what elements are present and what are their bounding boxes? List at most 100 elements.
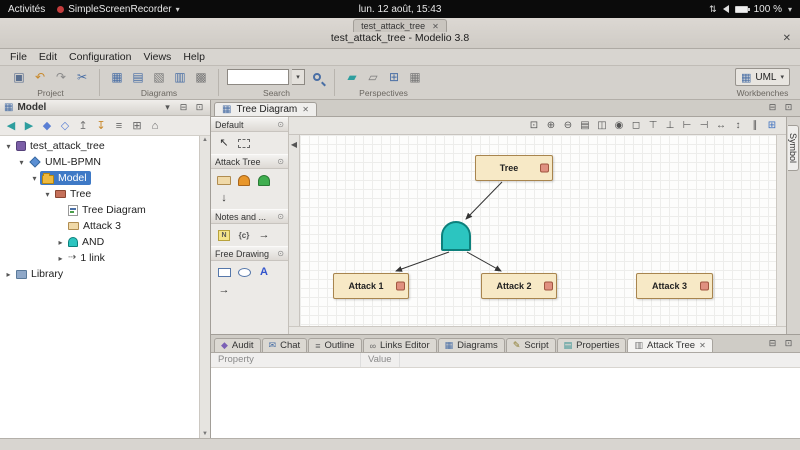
child-link-tool[interactable]: ↓ [216,191,232,205]
pin-icon[interactable]: ⊙ [277,212,284,221]
edge-connector[interactable] [396,252,449,271]
home-icon[interactable]: ⌂ [147,118,163,134]
save-image-icon[interactable]: ◫ [594,118,610,133]
marquee-tool[interactable] [236,136,252,150]
open-folder-icon[interactable]: ▰ [343,68,361,86]
pin-icon[interactable]: ⊙ [277,157,284,166]
move-up-icon[interactable]: ↥ [75,118,91,134]
tree-item-model[interactable]: ▾Model [0,170,199,186]
canvas-hscrollbar[interactable] [289,326,786,334]
expander-icon[interactable]: ▾ [42,190,53,199]
edge-connector[interactable] [467,252,501,271]
maximize-view-icon[interactable]: ⊡ [193,101,206,114]
tree-item-library[interactable]: ▸Library [0,266,199,282]
workbench-combo[interactable]: ▦ UML ▾ [735,68,790,86]
activities-button[interactable]: Activités [8,4,45,15]
window-close-button[interactable]: ✕ [783,33,791,44]
flat-view-icon[interactable]: ≡ [111,118,127,134]
tree-item-attack-3[interactable]: Attack 3 [0,218,199,234]
menu-file[interactable]: File [4,50,33,64]
hide-links-icon[interactable]: ◇ [57,118,73,134]
expander-icon[interactable]: ▾ [29,174,40,183]
cut-icon[interactable]: ✂ [73,68,91,86]
search-input[interactable] [227,69,289,85]
property-grid-body[interactable] [211,368,800,438]
select-mode-icon[interactable]: ◻ [628,118,644,133]
save-icon[interactable]: ▣ [10,68,28,86]
clock[interactable]: lun. 12 août, 15:43 [359,4,442,15]
align-top-icon[interactable]: ⊤ [645,118,661,133]
edge-connector[interactable] [466,182,502,219]
menu-views[interactable]: Views [137,50,177,64]
search-dropdown-button[interactable]: ▾ [292,69,305,85]
maximize-editor-icon[interactable]: ⊡ [782,101,795,114]
palette-section-attack-tree[interactable]: Attack Tree⊙ [211,154,288,169]
text-tool[interactable]: A [256,265,272,279]
undo-icon[interactable]: ↶ [31,68,49,86]
move-down-icon[interactable]: ↧ [93,118,109,134]
maximize-panel-icon[interactable]: ⊡ [782,337,795,350]
tab-audit[interactable]: ◆Audit [214,338,261,352]
tree-item-and[interactable]: ▸AND [0,234,199,250]
tab-attack-tree[interactable]: ▥Attack Tree✕ [627,338,712,352]
pin-icon[interactable]: ⊙ [277,120,284,129]
grid-toggle-icon[interactable]: ⊞ [764,118,780,133]
diagram-view-icon[interactable]: ▦ [406,68,424,86]
layout-icon[interactable]: ⊞ [385,68,403,86]
app-indicator[interactable]: SimpleScreenRecorder ▾ [57,4,179,15]
expander-icon[interactable]: ▾ [3,142,14,151]
minimize-view-icon[interactable]: ⊟ [177,101,190,114]
tab-properties[interactable]: ▤Properties [557,338,627,352]
palette-section-free-drawing[interactable]: Free Drawing⊙ [211,246,288,261]
show-links-icon[interactable]: ◆ [39,118,55,134]
tab-diagrams[interactable]: ▦Diagrams [438,338,505,352]
pin-icon[interactable]: ⊙ [277,249,284,258]
scroll-up-icon[interactable]: ▲ [202,137,208,143]
line-tool[interactable]: → [216,283,232,297]
same-height-icon[interactable]: ↕ [730,118,746,133]
palette-section-notes-and[interactable]: Notes and ...⊙ [211,209,288,224]
minimize-editor-icon[interactable]: ⊟ [766,101,779,114]
align-bottom-icon[interactable]: ⊥ [662,118,678,133]
menu-configuration[interactable]: Configuration [63,50,137,64]
model-tree-scrollbar[interactable]: ▲ ▼ [199,136,210,438]
zoom-in-icon[interactable]: ⊕ [543,118,559,133]
tab-links-editor[interactable]: ∞Links Editor [363,338,437,352]
screenshot-icon[interactable]: ◉ [611,118,627,133]
expander-icon[interactable]: ▸ [55,254,66,263]
back-icon[interactable]: ◀ [3,118,19,134]
align-right-icon[interactable]: ⊣ [696,118,712,133]
tree-item-tree-diagram[interactable]: Tree Diagram [0,202,199,218]
select-tool[interactable]: ↖ [216,136,232,150]
property-column-header[interactable]: Property [211,353,361,367]
diagram-wizard-icon[interactable]: ▦ [108,68,126,86]
tree-item-1-link[interactable]: ▸⇢1 link [0,250,199,266]
same-width-icon[interactable]: ↔ [713,118,729,133]
class-diagram-icon[interactable]: ▤ [129,68,147,86]
tree-item-test-attack-tree[interactable]: ▾test_attack_tree [0,138,199,154]
bpmn-diagram-icon[interactable]: ▩ [192,68,210,86]
zoom-fit-icon[interactable]: ⊡ [526,118,542,133]
closed-folder-icon[interactable]: ▱ [364,68,382,86]
tab-symbol[interactable]: Symbol [788,125,799,171]
window-tab[interactable]: test_attack_tree ✕ [353,19,447,32]
close-icon[interactable]: ✕ [432,22,439,31]
collapse-palette-icon[interactable]: ◀ [289,138,299,150]
tab-tree-diagram[interactable]: ▦ Tree Diagram ✕ [214,102,317,116]
distribute-icon[interactable]: ∥ [747,118,763,133]
dependency-tool[interactable]: → [256,228,272,242]
and-gate-tool[interactable] [236,173,252,187]
minimize-panel-icon[interactable]: ⊟ [766,337,779,350]
tab-chat[interactable]: ✉Chat [262,338,308,352]
scroll-down-icon[interactable]: ▼ [202,431,208,437]
canvas-vscrollbar[interactable] [776,135,786,326]
expander-icon[interactable]: ▸ [55,238,66,247]
package-diagram-icon[interactable]: ▧ [150,68,168,86]
value-column-header[interactable]: Value [361,353,400,367]
tab-outline[interactable]: ≡Outline [308,338,361,352]
close-icon[interactable]: ✕ [302,105,309,114]
or-gate-tool[interactable] [256,173,272,187]
expander-icon[interactable]: ▸ [3,270,14,279]
print-icon[interactable]: ▤ [577,118,593,133]
align-left-icon[interactable]: ⊢ [679,118,695,133]
